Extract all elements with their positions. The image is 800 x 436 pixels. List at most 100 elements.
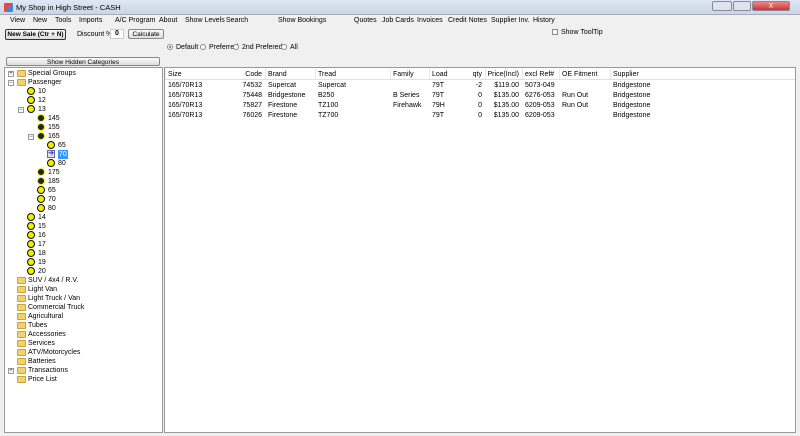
column-header-tread[interactable]: Tread bbox=[318, 71, 336, 78]
tree-item[interactable]: 12 bbox=[5, 96, 162, 105]
tree-item[interactable]: 185 bbox=[5, 177, 162, 186]
expand-toggle-icon[interactable]: + bbox=[8, 368, 14, 374]
menu-invoices[interactable]: Invoices bbox=[417, 17, 443, 24]
tree-item[interactable]: Commercial Truck bbox=[5, 303, 162, 312]
tree-item[interactable]: Tubes bbox=[5, 321, 162, 330]
column-header-price-incl-[interactable]: Price(Incl) bbox=[487, 71, 519, 78]
column-header-supplier[interactable]: Supplier bbox=[613, 71, 639, 78]
discount-input[interactable]: 0 bbox=[110, 29, 124, 39]
tree-item[interactable]: Accessories bbox=[5, 330, 162, 339]
column-header-code[interactable]: Code bbox=[245, 71, 262, 78]
tree-item[interactable]: Light Truck / Van bbox=[5, 294, 162, 303]
tyre-icon bbox=[27, 96, 35, 104]
menu-imports[interactable]: Imports bbox=[79, 17, 102, 24]
menu-quotes[interactable]: Quotes bbox=[354, 17, 377, 24]
menu-history[interactable]: History bbox=[533, 17, 555, 24]
tree-item[interactable]: 16 bbox=[5, 231, 162, 240]
tree-item[interactable]: SUV / 4x4 / R.V. bbox=[5, 276, 162, 285]
table-row[interactable]: 165/70R13 75827 Firestone TZ100 Firehawk 79H 0… bbox=[165, 101, 795, 111]
radio-preferred[interactable] bbox=[200, 44, 206, 50]
tree-item-label: Light Truck / Van bbox=[28, 295, 81, 302]
column-header-oe-fitment[interactable]: OE Fitment bbox=[562, 71, 597, 78]
table-row[interactable]: 165/70R13 75448 Bridgestone B250 B Series 79T… bbox=[165, 91, 795, 101]
calculate-button[interactable]: Calculate bbox=[128, 29, 164, 39]
tree-item[interactable]: Services bbox=[5, 339, 162, 348]
tree-item[interactable]: 80 bbox=[5, 159, 162, 168]
column-header-qty[interactable]: qty bbox=[473, 71, 482, 78]
tree-item-label: 12 bbox=[38, 97, 46, 104]
expand-toggle-icon[interactable]: − bbox=[18, 107, 24, 113]
expand-toggle-icon[interactable]: − bbox=[8, 80, 14, 86]
menu-job-cards[interactable]: Job Cards bbox=[382, 17, 414, 24]
expand-toggle-icon[interactable]: − bbox=[28, 134, 34, 140]
tree-item[interactable]: 155 bbox=[5, 123, 162, 132]
tree-item[interactable]: 17 bbox=[5, 240, 162, 249]
tree-item[interactable]: 145 bbox=[5, 114, 162, 123]
tree-item[interactable]: 19 bbox=[5, 258, 162, 267]
column-header-brand[interactable]: Brand bbox=[268, 71, 287, 78]
show-tooltip-checkbox[interactable] bbox=[552, 29, 558, 35]
menu-show-levels[interactable]: Show Levels bbox=[185, 17, 225, 24]
tree-item[interactable]: Price List bbox=[5, 375, 162, 384]
tree-item[interactable]: ➔ 70 bbox=[5, 150, 162, 159]
radio-all[interactable] bbox=[281, 44, 287, 50]
tree-item[interactable]: 20 bbox=[5, 267, 162, 276]
product-grid[interactable]: Size Code Brand Tread Family Load qty Price(Inc… bbox=[164, 67, 796, 433]
close-button[interactable]: X bbox=[752, 1, 790, 11]
menu-show-bookings[interactable]: Show Bookings bbox=[278, 17, 326, 24]
tree-item[interactable]: − 165 bbox=[5, 132, 162, 141]
tree-item[interactable]: + Special Groups bbox=[5, 69, 162, 78]
cell-size: 165/70R13 bbox=[168, 82, 203, 89]
tree-item[interactable]: − 13 bbox=[5, 105, 162, 114]
show-hidden-categories-button[interactable]: Show Hidden Categories bbox=[6, 57, 160, 66]
tree-item[interactable]: + Transactions bbox=[5, 366, 162, 375]
expand-toggle-icon[interactable]: + bbox=[8, 71, 14, 77]
tree-item[interactable]: 65 bbox=[5, 186, 162, 195]
menu-new[interactable]: New bbox=[33, 17, 47, 24]
tree-item-label: Passenger bbox=[28, 79, 62, 86]
folder-icon bbox=[17, 358, 26, 365]
tree-item[interactable]: 65 bbox=[5, 141, 162, 150]
radio-label: All bbox=[290, 44, 298, 51]
tyre-icon bbox=[27, 213, 35, 221]
menu-a-c-program[interactable]: A/C Program bbox=[115, 17, 155, 24]
menu-about[interactable]: About bbox=[159, 17, 177, 24]
tree-item[interactable]: Batteries bbox=[5, 357, 162, 366]
tree-item[interactable]: 14 bbox=[5, 213, 162, 222]
menu-supplier-inv-[interactable]: Supplier Inv. bbox=[491, 17, 529, 24]
tree-item[interactable]: 80 bbox=[5, 204, 162, 213]
tree-item[interactable]: Agricultural bbox=[5, 312, 162, 321]
column-divider bbox=[390, 69, 391, 79]
column-header-load[interactable]: Load bbox=[432, 71, 448, 78]
column-header-excl-ref-[interactable]: excl Ref# bbox=[525, 71, 554, 78]
category-tree[interactable]: + Special Groups − Passenger 10 12 − 13 145 155 − 1… bbox=[4, 67, 163, 433]
tree-item[interactable]: 175 bbox=[5, 168, 162, 177]
tree-item[interactable]: 70 bbox=[5, 195, 162, 204]
menu-view[interactable]: View bbox=[10, 17, 25, 24]
menu-search[interactable]: Search bbox=[226, 17, 248, 24]
arrow-icon: ➔ bbox=[47, 150, 55, 158]
menu-tools[interactable]: Tools bbox=[55, 17, 71, 24]
maximize-button[interactable] bbox=[733, 1, 751, 11]
tree-item[interactable]: − Passenger bbox=[5, 78, 162, 87]
table-row[interactable]: 165/70R13 76026 Firestone TZ700 79T 0 $135.00 6… bbox=[165, 111, 795, 121]
column-header-family[interactable]: Family bbox=[393, 71, 414, 78]
minimize-button[interactable] bbox=[712, 1, 732, 11]
tree-item[interactable]: Light Van bbox=[5, 285, 162, 294]
tree-item-label: 10 bbox=[38, 88, 46, 95]
tree-item[interactable]: ATV/Motorcycles bbox=[5, 348, 162, 357]
column-header-size[interactable]: Size bbox=[168, 71, 182, 78]
table-row[interactable]: 165/70R13 74532 Supercat Supercat 79T -2 $119.… bbox=[165, 81, 795, 91]
tree-item[interactable]: 10 bbox=[5, 87, 162, 96]
menu-credit-notes[interactable]: Credit Notes bbox=[448, 17, 487, 24]
radio-2nd-prefered[interactable] bbox=[233, 44, 239, 50]
tree-item-label: 13 bbox=[38, 106, 46, 113]
radio-default[interactable] bbox=[167, 44, 173, 50]
tyre-icon bbox=[27, 231, 35, 239]
tree-item[interactable]: 18 bbox=[5, 249, 162, 258]
cell-size: 165/70R13 bbox=[168, 92, 203, 99]
tyre-icon bbox=[27, 222, 35, 230]
cell-excl-ref-: 6276-053 bbox=[525, 92, 555, 99]
new-sale-button[interactable]: New Sale (Ctr + N) bbox=[5, 29, 66, 40]
tree-item[interactable]: 15 bbox=[5, 222, 162, 231]
